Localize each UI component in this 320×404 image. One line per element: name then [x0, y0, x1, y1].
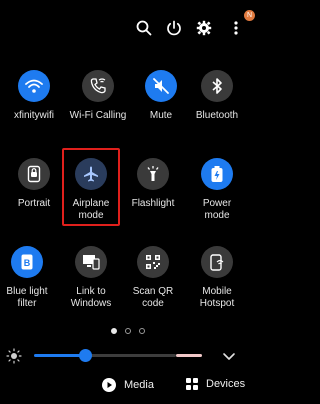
- tile-portrait[interactable]: Portrait: [2, 158, 66, 210]
- brightness-slider-thumb[interactable]: [79, 349, 92, 362]
- brightness-track[interactable]: [86, 354, 176, 357]
- page-indicator: [0, 328, 256, 334]
- search-icon[interactable]: [130, 14, 158, 42]
- notification-badge: N: [244, 10, 255, 21]
- tile-wifi-calling[interactable]: Wi-Fi Calling: [66, 70, 130, 122]
- link-windows-icon: [75, 246, 107, 278]
- portrait-icon: [18, 158, 50, 190]
- brightness-row: [0, 346, 256, 366]
- flashlight-icon: [137, 158, 169, 190]
- hotspot-icon: [201, 246, 233, 278]
- tile-label: Blue light filter: [6, 286, 48, 309]
- tile-label: Bluetooth: [195, 110, 239, 121]
- tile-link-to-windows[interactable]: Link to Windows: [59, 246, 123, 310]
- tile-label: Link to Windows: [70, 286, 112, 309]
- tile-label: Wi-Fi Calling: [69, 110, 127, 121]
- qr-icon: [137, 246, 169, 278]
- tile-label: Power mode: [202, 198, 232, 221]
- settings-icon[interactable]: [190, 14, 218, 42]
- airplane-mode-highlight: [62, 148, 120, 226]
- bluetooth-icon: [201, 70, 233, 102]
- media-label: Media: [124, 379, 154, 391]
- tile-label: Mute: [149, 110, 173, 121]
- chevron-down-icon[interactable]: [221, 348, 237, 364]
- blue-light-icon: B: [11, 246, 43, 278]
- page-dot-3[interactable]: [139, 328, 145, 334]
- tile-label: Portrait: [17, 198, 51, 209]
- tile-blue-light-filter[interactable]: B Blue light filter: [0, 246, 59, 310]
- tile-bluetooth[interactable]: Bluetooth: [185, 70, 249, 122]
- devices-button[interactable]: Devices: [186, 378, 245, 390]
- top-bar: N: [0, 10, 256, 44]
- wifi-icon: [18, 70, 50, 102]
- wifi-calling-icon: [82, 70, 114, 102]
- brightness-track-end: [176, 354, 202, 357]
- tile-mobile-hotspot[interactable]: Mobile Hotspot: [185, 246, 249, 310]
- svg-text:B: B: [24, 258, 31, 268]
- power-mode-icon: [201, 158, 233, 190]
- tile-mute[interactable]: Mute: [129, 70, 193, 122]
- tile-label: Scan QR code: [132, 286, 174, 309]
- power-icon[interactable]: [160, 14, 188, 42]
- media-button[interactable]: Media: [102, 378, 154, 392]
- tile-power-mode[interactable]: Power mode: [185, 158, 249, 222]
- devices-icon: [186, 378, 198, 390]
- play-icon: [102, 378, 116, 392]
- page-dot-2[interactable]: [125, 328, 131, 334]
- bottom-controls: Media Devices: [0, 378, 256, 396]
- page-dot-1[interactable]: [111, 328, 117, 334]
- devices-label: Devices: [206, 378, 246, 390]
- tile-xfinitywifi[interactable]: xfinitywifi: [2, 70, 66, 122]
- brightness-icon: [6, 348, 22, 364]
- tile-label: Mobile Hotspot: [199, 286, 235, 309]
- tile-label: Flashlight: [131, 198, 175, 209]
- tile-flashlight[interactable]: Flashlight: [121, 158, 185, 210]
- more-icon[interactable]: N: [222, 10, 255, 42]
- mute-icon: [145, 70, 177, 102]
- tile-label: xfinitywifi: [13, 110, 54, 121]
- tile-scan-qr-code[interactable]: Scan QR code: [121, 246, 185, 310]
